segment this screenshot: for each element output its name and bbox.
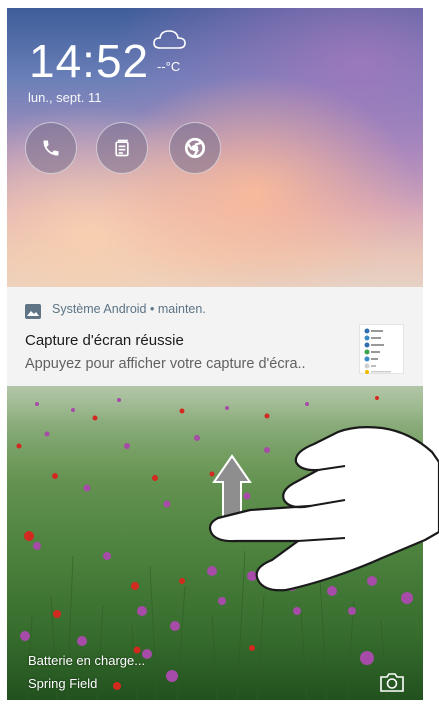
notification-body: Appuyez pour afficher votre capture d'éc… bbox=[25, 356, 306, 372]
clock-time: 14:52 bbox=[29, 35, 150, 87]
cloud-icon bbox=[152, 28, 188, 56]
chrome-icon bbox=[184, 137, 206, 159]
camera-shortcut-button[interactable] bbox=[379, 671, 405, 697]
chrome-shortcut-button[interactable] bbox=[169, 122, 221, 174]
charging-status: Batterie en charge... bbox=[28, 653, 146, 668]
notification-time: mainten. bbox=[157, 302, 206, 316]
phone-icon bbox=[43, 140, 59, 156]
notes-icon bbox=[115, 139, 129, 157]
phone-shortcut-button[interactable] bbox=[25, 122, 77, 174]
temperature: --°C bbox=[157, 59, 181, 74]
wallpaper-name: Spring Field bbox=[28, 676, 98, 691]
date-label: lun., sept. 11 bbox=[28, 90, 102, 105]
camera-icon bbox=[380, 673, 404, 692]
notification-title: Capture d'écran réussie bbox=[25, 332, 184, 349]
screenshot-thumbnail[interactable] bbox=[359, 324, 404, 374]
lock-screen: 14:52 --°C lun., sept. 11 Système Androi… bbox=[7, 8, 423, 700]
notification-header: Système Android • mainten. bbox=[52, 302, 206, 316]
image-icon bbox=[25, 304, 41, 319]
notes-shortcut-button[interactable] bbox=[96, 122, 148, 174]
notification-separator: • bbox=[149, 302, 155, 316]
screenshot-notification[interactable]: Système Android • mainten. Capture d'écr… bbox=[7, 287, 423, 388]
notification-app-name: Système Android bbox=[52, 302, 147, 316]
